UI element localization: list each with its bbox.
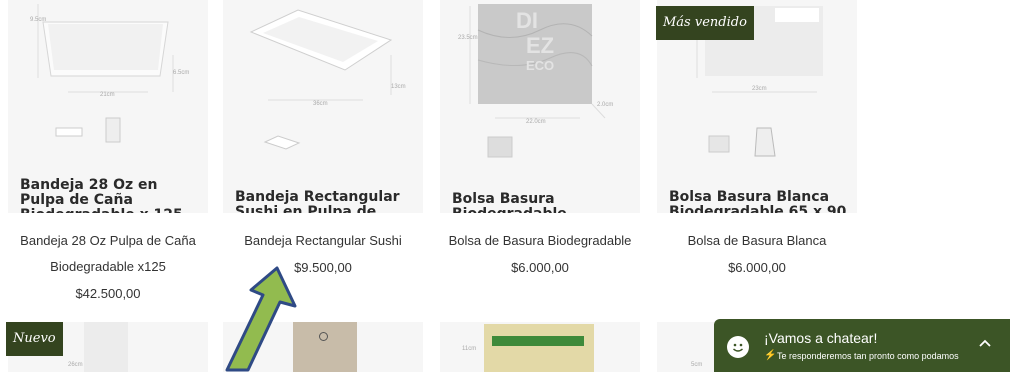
product-image[interactable]: 5cm bbox=[657, 322, 717, 372]
dimension-label: 26cm bbox=[68, 362, 83, 368]
chat-smile-icon bbox=[727, 336, 749, 358]
image-title-overlay: Bolsa Basura Blanca Biodegradable 65 x 9… bbox=[669, 190, 847, 213]
dimension-label: 2.0cm bbox=[597, 102, 614, 108]
new-badge: Nuevo bbox=[6, 322, 63, 356]
dimension-label: 36cm bbox=[313, 101, 328, 107]
chat-widget[interactable]: ¡Vamos a chatear! ⚡ Te responderemos tan… bbox=[714, 319, 1010, 372]
product-name[interactable]: Bolsa de Basura Blanca bbox=[647, 228, 867, 254]
image-title-overlay: Bolsa Basura Biodegradable bbox=[452, 192, 567, 213]
dimension-label: 22.0cm bbox=[526, 119, 546, 125]
product-thumbnail bbox=[84, 322, 128, 372]
annotation-arrow bbox=[225, 266, 297, 372]
package-stripe bbox=[492, 336, 584, 346]
dimension-label: 11cm bbox=[462, 346, 477, 352]
image-title-overlay: Bandeja 28 Oz en Pulpa de Caña Biodegrad… bbox=[20, 178, 183, 213]
product-price: $6.000,00 bbox=[511, 260, 569, 275]
bag-print: ECO bbox=[526, 58, 555, 73]
dimension-label: 5cm bbox=[691, 362, 703, 368]
product-image[interactable]: 9.5cm 6.5cm 21cm Bandeja 28 Oz en Pulpa … bbox=[8, 0, 208, 213]
product-image[interactable]: DI EZ ECO 23.5cm 22.0cm 2.0cm Bolsa Basu… bbox=[440, 0, 640, 213]
arrow-shape bbox=[225, 266, 297, 372]
product-image[interactable]: 11cm bbox=[440, 322, 640, 372]
product-image[interactable]: 36cm 13cm Bandeja Rectangular Sushi en P… bbox=[223, 0, 423, 213]
lightning-icon: ⚡ bbox=[764, 350, 777, 361]
chevron-up-icon[interactable] bbox=[978, 335, 992, 353]
product-name[interactable]: Bolsa de Basura Biodegradable bbox=[430, 228, 650, 254]
bag-print: DI bbox=[516, 8, 538, 33]
dimension-label: 9.5cm bbox=[30, 17, 47, 23]
best-seller-badge: Más vendido bbox=[656, 6, 754, 40]
dimension-label: 6.5cm bbox=[173, 70, 190, 76]
dimension-label: 13cm bbox=[391, 84, 406, 90]
product-price: $42.500,00 bbox=[75, 286, 141, 301]
chat-title: ¡Vamos a chatear! bbox=[764, 330, 878, 346]
bag-print: EZ bbox=[526, 33, 555, 58]
product-thumbnail bbox=[484, 324, 594, 372]
product-thumbnail bbox=[293, 322, 357, 372]
logo-mark bbox=[319, 332, 328, 341]
product-name[interactable]: Bandeja Rectangular Sushi bbox=[213, 228, 433, 254]
product-name[interactable]: Bandeja 28 Oz Pulpa de Caña Biodegradabl… bbox=[0, 228, 218, 280]
dimension-label: 21cm bbox=[100, 92, 115, 98]
product-price: $6.000,00 bbox=[728, 260, 786, 275]
chat-subtitle: Te responderemos tan pronto como podamos bbox=[777, 351, 959, 361]
image-title-overlay: Bandeja Rectangular Sushi en Pulpa de Ca… bbox=[235, 190, 400, 213]
dimension-label: 23cm bbox=[752, 86, 767, 92]
dimension-label: 23.5cm bbox=[458, 35, 478, 41]
